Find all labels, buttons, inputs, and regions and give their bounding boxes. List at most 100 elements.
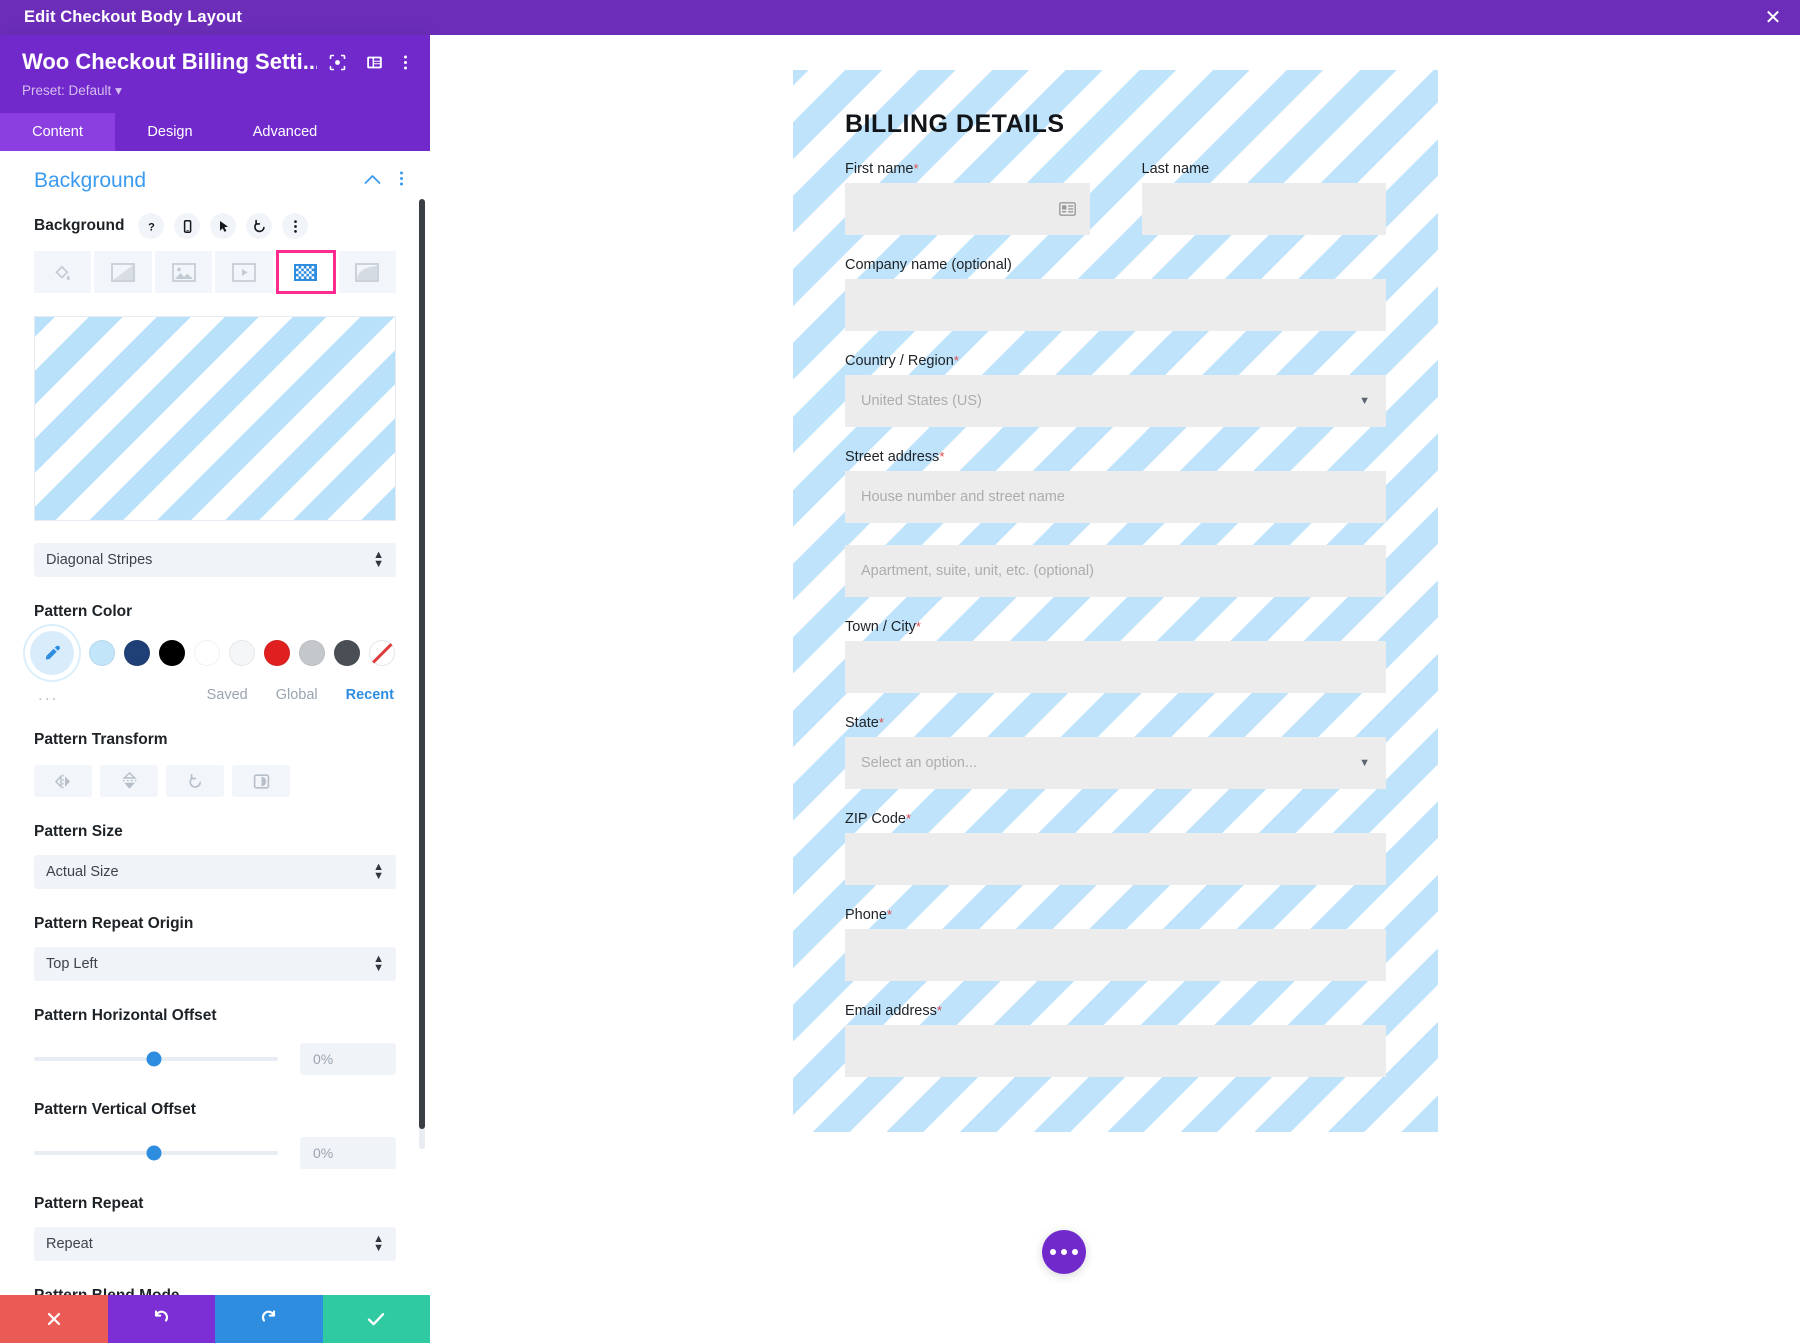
email-address-label-text: Email address — [845, 1003, 937, 1019]
background-field-header: Background ? — [0, 203, 430, 249]
street-address-line1-input[interactable]: House number and street name — [845, 471, 1386, 523]
chevron-up-icon[interactable] — [364, 172, 381, 190]
vertical-dots-icon[interactable] — [403, 54, 408, 71]
pattern-style-value: Diagonal Stripes — [46, 552, 153, 568]
tab-content[interactable]: Content — [0, 113, 115, 151]
swatch-light-gray[interactable] — [299, 640, 325, 666]
bg-type-color-fill[interactable] — [34, 251, 92, 293]
cancel-button[interactable] — [0, 1295, 108, 1343]
first-name-input[interactable] — [845, 183, 1090, 235]
settings-panel: Woo Checkout Billing Setti... Preset: De… — [0, 35, 430, 1343]
pattern-v-offset-input[interactable]: 0% — [300, 1137, 396, 1169]
swatch-light-blue[interactable] — [89, 640, 115, 666]
responsive-phone-icon[interactable] — [174, 213, 201, 239]
company-name-input[interactable] — [845, 279, 1386, 331]
bg-type-pattern[interactable] — [275, 250, 336, 294]
tab-advanced[interactable]: Advanced — [225, 113, 345, 151]
required-asterisk: * — [953, 353, 959, 368]
country-region-select[interactable]: United States (US) ▼ — [845, 375, 1386, 427]
state-label: State* — [845, 715, 1412, 731]
reset-icon[interactable] — [246, 213, 273, 239]
bg-type-mask[interactable] — [338, 251, 396, 293]
contact-card-icon[interactable] — [1058, 202, 1076, 220]
phone-input[interactable] — [845, 929, 1386, 981]
help-icon[interactable]: ? — [138, 213, 165, 239]
background-field-label: Background — [34, 217, 125, 234]
section-title: Background — [34, 169, 147, 192]
invert-icon[interactable] — [232, 765, 290, 797]
pattern-v-offset-slider[interactable] — [34, 1145, 278, 1161]
slider-knob[interactable] — [146, 1051, 162, 1067]
swatch-transparent[interactable] — [369, 640, 395, 666]
flip-horizontal-icon[interactable] — [34, 765, 92, 797]
last-name-label: Last name — [1141, 161, 1210, 177]
color-tab-global[interactable]: Global — [276, 687, 318, 703]
pattern-repeat-origin-select[interactable]: Top Left ▲ ▼ — [34, 947, 396, 981]
first-name-label: First name* — [845, 161, 1116, 177]
required-asterisk: * — [936, 1003, 942, 1018]
swatch-dark-gray[interactable] — [334, 640, 360, 666]
preset-selector[interactable]: Preset: Default ▾ — [22, 83, 408, 99]
swatch-off-white[interactable] — [229, 640, 255, 666]
layout-panel-icon[interactable] — [366, 54, 383, 71]
state-select[interactable]: Select an option... ▼ — [845, 737, 1386, 789]
chevron-down-icon: ▼ — [1359, 395, 1370, 407]
pattern-v-offset-label: Pattern Vertical Offset — [34, 1101, 196, 1118]
redo-button[interactable] — [215, 1295, 323, 1343]
rotate-icon[interactable] — [166, 765, 224, 797]
street-address-line2-input[interactable]: Apartment, suite, unit, etc. (optional) — [845, 545, 1386, 597]
country-region-label-text: Country / Region — [845, 353, 954, 369]
pattern-size-label: Pattern Size — [34, 823, 123, 840]
pattern-transform-label: Pattern Transform — [34, 731, 168, 748]
bg-type-image[interactable] — [154, 251, 213, 293]
pattern-repeat-select[interactable]: Repeat ▲ ▼ — [34, 1227, 396, 1261]
preset-label: Preset: Default — [22, 83, 112, 98]
state-value: Select an option... — [861, 755, 978, 771]
name-row: First name* Last name — [819, 161, 1412, 257]
color-tab-saved[interactable]: Saved — [207, 687, 248, 703]
color-more-dots[interactable]: ... — [38, 685, 58, 705]
swatch-navy[interactable] — [124, 640, 150, 666]
bg-type-gradient[interactable] — [94, 251, 152, 293]
focus-target-icon[interactable] — [329, 54, 346, 71]
pattern-size-value: Actual Size — [46, 864, 119, 880]
pattern-h-offset-input[interactable]: 0% — [300, 1043, 396, 1075]
swatch-red[interactable] — [264, 640, 290, 666]
pattern-h-offset-slider[interactable] — [34, 1051, 278, 1067]
bg-type-video[interactable] — [215, 251, 273, 293]
stepper-arrows-icon: ▲ ▼ — [373, 1233, 384, 1254]
save-button[interactable] — [322, 1295, 430, 1343]
swatch-black[interactable] — [159, 640, 185, 666]
town-city-input[interactable] — [845, 641, 1386, 693]
tab-design[interactable]: Design — [115, 113, 225, 151]
zip-code-input[interactable] — [845, 833, 1386, 885]
panel-scrollbar-thumb[interactable] — [419, 199, 425, 1129]
hover-cursor-icon[interactable] — [210, 213, 237, 239]
flip-vertical-icon[interactable] — [100, 765, 158, 797]
pattern-repeat-label: Pattern Repeat — [34, 1195, 144, 1212]
eyedropper-icon[interactable] — [30, 631, 74, 675]
pattern-repeat-origin-value: Top Left — [46, 956, 98, 972]
swatch-white[interactable] — [194, 640, 220, 666]
panel-action-bar — [0, 1295, 430, 1343]
close-icon[interactable]: ✕ — [1746, 0, 1800, 35]
pattern-size-select[interactable]: Actual Size ▲ ▼ — [34, 855, 396, 889]
page-settings-fab[interactable] — [1042, 1230, 1086, 1274]
stepper-arrows-icon: ▲ ▼ — [373, 549, 384, 570]
phone-label: Phone* — [845, 907, 1412, 923]
email-address-input[interactable] — [845, 1025, 1386, 1077]
required-asterisk: * — [886, 907, 892, 922]
page-title: BILLING DETAILS — [845, 110, 1065, 138]
pattern-h-offset-label: Pattern Horizontal Offset — [34, 1007, 217, 1024]
country-region-label: Country / Region* — [845, 353, 1412, 369]
undo-button[interactable] — [107, 1295, 215, 1343]
required-asterisk: * — [878, 715, 884, 730]
color-tab-recent[interactable]: Recent — [346, 687, 394, 703]
slider-knob[interactable] — [146, 1145, 162, 1161]
background-more-icon[interactable] — [282, 213, 309, 239]
section-more-icon[interactable] — [399, 170, 404, 192]
last-name-input[interactable] — [1141, 183, 1386, 235]
street-address-label-text: Street address — [845, 449, 940, 465]
email-address-label: Email address* — [845, 1003, 1412, 1019]
pattern-style-select[interactable]: Diagonal Stripes ▲ ▼ — [34, 543, 396, 577]
